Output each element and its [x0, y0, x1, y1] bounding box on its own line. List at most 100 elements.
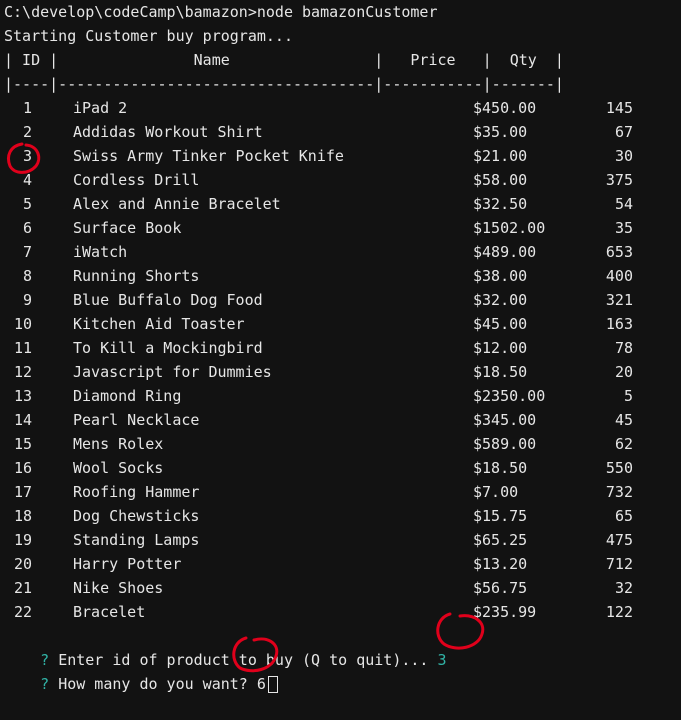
text-cursor — [267, 676, 278, 693]
row-qty: 32 — [614, 579, 633, 597]
table-row: 2 Addidas Workout Shirt $35.00 67 — [0, 120, 681, 144]
row-id: 16 — [13, 459, 32, 477]
row-id: 17 — [13, 483, 32, 501]
table-row: 22 Bracelet $235.99 122 — [0, 600, 681, 624]
row-price: $12.00 — [473, 339, 528, 357]
row-price: $18.50 — [473, 363, 528, 381]
row-name: Wool Socks — [73, 459, 164, 477]
row-id: 3 — [22, 147, 32, 165]
row-name: Bracelet — [73, 603, 146, 621]
row-id: 19 — [13, 531, 32, 549]
table-row: 11 To Kill a Mockingbird $12.00 78 — [0, 336, 681, 360]
table-header: | ID | Name | Price | Qty | — [4, 51, 564, 69]
row-name: iPad 2 — [73, 99, 128, 117]
row-id: 22 — [13, 603, 32, 621]
table-row: 10 Kitchen Aid Toaster $45.00 163 — [0, 312, 681, 336]
table-separator: |----|----------------------------------… — [4, 75, 564, 93]
table-row: 18 Dog Chewsticks $15.75 65 — [0, 504, 681, 528]
row-id: 18 — [13, 507, 32, 525]
row-id: 11 — [13, 339, 32, 357]
command-line: C:\develop\codeCamp\bamazon>node bamazon… — [4, 3, 438, 21]
row-qty: 475 — [605, 531, 633, 549]
row-price: $15.75 — [473, 507, 528, 525]
status-line: Starting Customer buy program... — [4, 27, 293, 45]
row-id: 7 — [22, 243, 32, 261]
table-row: 20 Harry Potter $13.20 712 — [0, 552, 681, 576]
table-row: 15 Mens Rolex $589.00 62 — [0, 432, 681, 456]
row-price: $45.00 — [473, 315, 528, 333]
row-id: 2 — [22, 123, 32, 141]
row-id: 4 — [22, 171, 32, 189]
row-name: Dog Chewsticks — [73, 507, 200, 525]
row-qty: 5 — [623, 387, 633, 405]
row-price: $13.20 — [473, 555, 528, 573]
row-qty: 67 — [614, 123, 633, 141]
row-name: Nike Shoes — [73, 579, 164, 597]
row-name: Pearl Necklace — [73, 411, 200, 429]
row-price: $450.00 — [473, 99, 537, 117]
row-price: $7.00 — [473, 483, 519, 501]
table-row: 5 Alex and Annie Bracelet $32.50 54 — [0, 192, 681, 216]
table-row: 12 Javascript for Dummies $18.50 20 — [0, 360, 681, 384]
row-id: 10 — [13, 315, 32, 333]
row-qty: 400 — [605, 267, 633, 285]
row-name: Mens Rolex — [73, 435, 164, 453]
row-qty: 45 — [614, 411, 633, 429]
row-id: 20 — [13, 555, 32, 573]
row-name: Standing Lamps — [73, 531, 200, 549]
row-qty: 20 — [614, 363, 633, 381]
row-name: Kitchen Aid Toaster — [73, 315, 245, 333]
table-row: 3 Swiss Army Tinker Pocket Knife $21.00 30 — [0, 144, 681, 168]
row-price: $1502.00 — [473, 219, 546, 237]
row-qty: 35 — [614, 219, 633, 237]
row-name: To Kill a Mockingbird — [73, 339, 263, 357]
quantity-input[interactable]: 6 — [257, 675, 266, 693]
row-price: $589.00 — [473, 435, 537, 453]
row-price: $2350.00 — [473, 387, 546, 405]
row-qty: 78 — [614, 339, 633, 357]
row-name: Harry Potter — [73, 555, 182, 573]
row-price: $21.00 — [473, 147, 528, 165]
table-row: 6 Surface Book $1502.00 35 — [0, 216, 681, 240]
row-price: $35.00 — [473, 123, 528, 141]
prompt-quantity[interactable]: ? How many do you want? 6 — [4, 648, 278, 693]
table-row: 1 iPad 2 $450.00 145 — [0, 96, 681, 120]
row-name: Roofing Hammer — [73, 483, 200, 501]
table-row: 7 iWatch $489.00 653 — [0, 240, 681, 264]
row-qty: 30 — [614, 147, 633, 165]
row-qty: 375 — [605, 171, 633, 189]
row-name: iWatch — [73, 243, 128, 261]
prompt-question: How many do you want? — [58, 675, 248, 693]
row-name: Swiss Army Tinker Pocket Knife — [73, 147, 344, 165]
row-price: $58.00 — [473, 171, 528, 189]
row-id: 9 — [22, 291, 32, 309]
row-qty: 653 — [605, 243, 633, 261]
row-name: Running Shorts — [73, 267, 200, 285]
table-row: 4 Cordless Drill $58.00 375 — [0, 168, 681, 192]
row-name: Cordless Drill — [73, 171, 200, 189]
table-row: 16 Wool Socks $18.50 550 — [0, 456, 681, 480]
row-qty: 732 — [605, 483, 633, 501]
row-id: 14 — [13, 411, 32, 429]
row-qty: 163 — [605, 315, 633, 333]
row-id: 21 — [13, 579, 32, 597]
row-id: 8 — [22, 267, 32, 285]
prompt-mark: ? — [40, 675, 50, 693]
row-price: $32.50 — [473, 195, 528, 213]
row-id: 6 — [22, 219, 32, 237]
row-id: 13 — [13, 387, 32, 405]
row-price: $345.00 — [473, 411, 537, 429]
prompt-answer: 3 — [437, 651, 447, 669]
row-qty: 54 — [614, 195, 633, 213]
table-row: 14 Pearl Necklace $345.00 45 — [0, 408, 681, 432]
row-price: $18.50 — [473, 459, 528, 477]
row-name: Alex and Annie Bracelet — [73, 195, 281, 213]
row-qty: 62 — [614, 435, 633, 453]
row-name: Surface Book — [73, 219, 182, 237]
row-name: Diamond Ring — [73, 387, 182, 405]
row-price: $489.00 — [473, 243, 537, 261]
row-price: $38.00 — [473, 267, 528, 285]
row-price: $235.99 — [473, 603, 537, 621]
row-name: Javascript for Dummies — [73, 363, 272, 381]
row-name: Addidas Workout Shirt — [73, 123, 263, 141]
